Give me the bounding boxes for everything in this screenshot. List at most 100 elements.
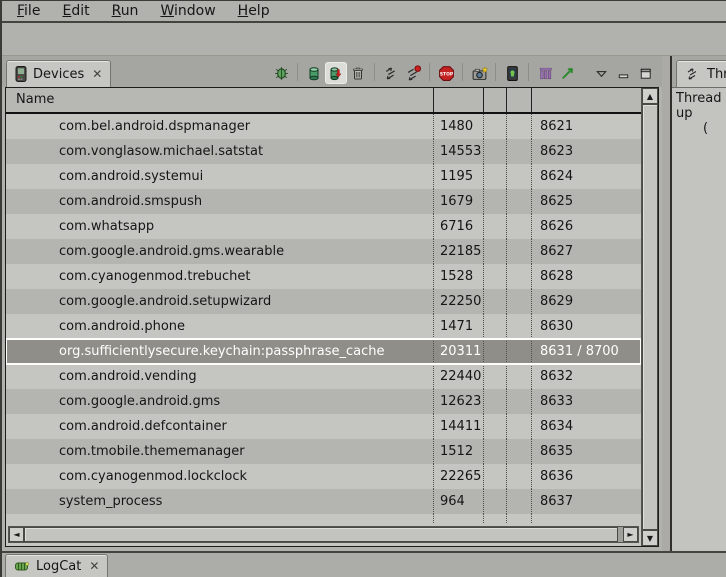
update-threads-icon[interactable] — [381, 63, 401, 83]
cell-name: system_process — [6, 489, 433, 514]
table-row[interactable]: com.cyanogenmod.lockclock 22265 8636 — [6, 464, 641, 489]
close-icon[interactable]: ✕ — [92, 67, 102, 81]
toolbar-separator — [495, 63, 496, 81]
table-filler — [6, 514, 641, 523]
cell-port: 8626 — [531, 214, 641, 239]
menu-help[interactable]: Help — [227, 1, 281, 21]
column-header-port[interactable] — [531, 88, 641, 112]
screen-capture-icon[interactable] — [469, 63, 489, 83]
scroll-down-icon[interactable]: ▼ — [642, 530, 658, 546]
tab-threads-label: Threads — [707, 67, 726, 82]
cell-port: 8637 — [531, 489, 641, 514]
scroll-right-icon[interactable]: ► — [623, 527, 638, 542]
table-row[interactable]: org.sufficientlysecure.keychain:passphra… — [6, 339, 641, 364]
menu-window[interactable]: Window — [149, 1, 226, 21]
column-header-c3[interactable] — [483, 88, 506, 112]
table-row[interactable]: com.android.defcontainer 14411 8634 — [6, 414, 641, 439]
table-header[interactable]: Name — [6, 88, 641, 114]
table-row[interactable]: com.android.smspush 1679 8625 — [6, 189, 641, 214]
debug-bug-icon[interactable] — [271, 63, 291, 83]
method-profiling-icon[interactable] — [403, 63, 423, 83]
maximize-icon[interactable] — [635, 63, 655, 83]
device-screen-icon[interactable] — [502, 63, 522, 83]
cell-name: com.android.vending — [6, 364, 433, 389]
threads-message-line1: Thread up — [676, 91, 726, 121]
table-row[interactable]: com.tmobile.thememanager 1512 8635 — [6, 439, 641, 464]
table-row[interactable]: com.google.android.gms.wearable 22185 86… — [6, 239, 641, 264]
cell-name: org.sufficientlysecure.keychain:passphra… — [6, 339, 433, 364]
vertical-scrollbar[interactable]: ▲ ▼ — [641, 88, 658, 546]
content-area: Devices ✕ — [2, 56, 726, 551]
cell-col3 — [483, 239, 506, 264]
column-header-c4[interactable] — [506, 88, 531, 112]
table-row[interactable]: system_process 964 8637 — [6, 489, 641, 514]
cell-col3 — [483, 439, 506, 464]
cell-port: 8624 — [531, 164, 641, 189]
cell-col4 — [506, 239, 531, 264]
cell-col3 — [483, 339, 506, 364]
devices-view-toolbar: STOP — [270, 63, 662, 87]
menu-edit[interactable]: Edit — [51, 1, 100, 21]
vertical-scroll-thumb[interactable] — [642, 104, 658, 530]
column-header-name[interactable]: Name — [6, 88, 433, 112]
view-hierarchy-icon[interactable] — [535, 63, 555, 83]
cell-col3 — [483, 214, 506, 239]
cell-col3 — [483, 289, 506, 314]
cell-col3 — [483, 514, 506, 523]
table-row[interactable]: com.google.android.gms 12623 8633 — [6, 389, 641, 414]
gc-trash-icon[interactable] — [348, 63, 368, 83]
menu-file[interactable]: File — [6, 1, 51, 21]
table-row[interactable]: com.android.systemui 1195 8624 — [6, 164, 641, 189]
stop-process-icon[interactable]: STOP — [436, 63, 456, 83]
scroll-left-icon[interactable]: ◄ — [9, 527, 24, 542]
cell-name: com.android.systemui — [6, 164, 433, 189]
column-header-pid[interactable] — [433, 88, 483, 112]
cell-col3 — [483, 139, 506, 164]
table-row[interactable]: com.android.phone 1471 8630 — [6, 314, 641, 339]
cell-pid: 14553 — [433, 139, 483, 164]
menu-run[interactable]: Run — [101, 1, 150, 21]
cell-col4 — [506, 189, 531, 214]
cell-pid: 1512 — [433, 439, 483, 464]
cell-name: com.google.android.setupwizard — [6, 289, 433, 314]
devices-tabbar: Devices ✕ — [2, 56, 662, 87]
capture-state-icon[interactable] — [557, 63, 577, 83]
table-row[interactable]: com.google.android.setupwizard 22250 862… — [6, 289, 641, 314]
minimize-icon[interactable] — [613, 63, 633, 83]
cell-name: com.google.android.gms.wearable — [6, 239, 433, 264]
phone-icon — [15, 66, 27, 82]
cell-col3 — [483, 189, 506, 214]
cell-name: com.android.smspush — [6, 189, 433, 214]
panel-sash[interactable] — [662, 56, 670, 551]
tab-threads[interactable]: Threads — [676, 60, 726, 87]
logcat-bar: LogCat ✕ — [2, 551, 726, 577]
tab-logcat[interactable]: LogCat ✕ — [5, 554, 108, 577]
scroll-up-icon[interactable]: ▲ — [642, 88, 658, 104]
cell-port: 8621 — [531, 114, 641, 139]
table-row[interactable]: com.cyanogenmod.trebuchet 1528 8628 — [6, 264, 641, 289]
cell-col4 — [506, 214, 531, 239]
cell-port: 8636 — [531, 464, 641, 489]
cell-name: com.android.defcontainer — [6, 414, 433, 439]
table-row[interactable]: com.vonglasow.michael.satstat 14553 8623 — [6, 139, 641, 164]
device-process-table: Name com.bel.android.dspmanager 1480 862… — [5, 87, 659, 547]
menu-bar: File Edit Run Window Help — [2, 1, 726, 23]
cell-pid — [433, 514, 483, 523]
tab-devices[interactable]: Devices ✕ — [6, 60, 111, 87]
dump-hprof-icon[interactable] — [326, 63, 346, 83]
cell-name: com.google.android.gms — [6, 389, 433, 414]
cell-pid: 1195 — [433, 164, 483, 189]
close-icon[interactable]: ✕ — [89, 559, 99, 573]
cell-port: 8631 / 8700 — [531, 339, 641, 364]
update-heap-icon[interactable] — [304, 63, 324, 83]
table-row[interactable]: com.android.vending 22440 8632 — [6, 364, 641, 389]
table-row[interactable]: com.bel.android.dspmanager 1480 8621 — [6, 114, 641, 139]
horizontal-scroll-thumb[interactable] — [24, 527, 618, 542]
cell-port: 8634 — [531, 414, 641, 439]
horizontal-scrollbar[interactable]: ◄ ► — [8, 526, 639, 543]
table-row[interactable]: com.whatsapp 6716 8626 — [6, 214, 641, 239]
cell-col4 — [506, 464, 531, 489]
view-menu-icon[interactable] — [591, 63, 611, 83]
cell-port: 8635 — [531, 439, 641, 464]
cell-name — [6, 514, 433, 523]
